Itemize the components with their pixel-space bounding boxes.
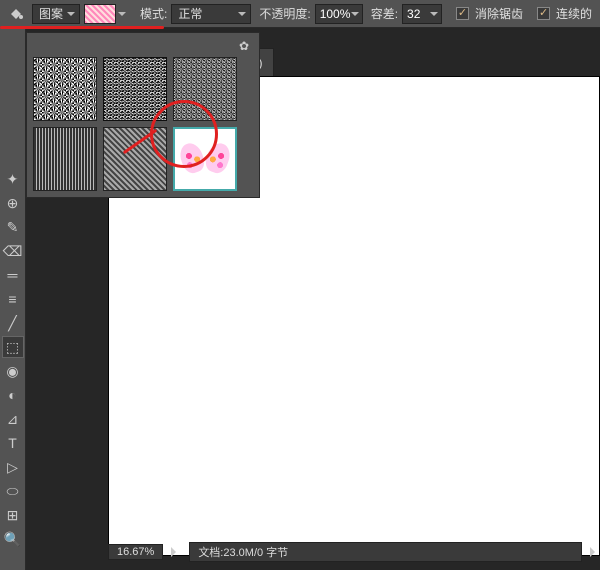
tool-bucket[interactable]: ⬚ — [2, 336, 24, 358]
tool-history[interactable]: ═ — [2, 264, 24, 286]
tolerance-input[interactable]: 32 — [402, 4, 442, 24]
tool-type[interactable]: T — [2, 432, 24, 454]
tolerance-label: 容差: — [371, 5, 398, 22]
options-bar: 图案 模式: 正常 不透明度: 100% 容差: 32 消除锯齿 连续的 — [0, 0, 600, 28]
tool-shape[interactable]: ⬭ — [2, 480, 24, 502]
tool-brush[interactable]: ✎ — [2, 216, 24, 238]
tool-stamp[interactable]: ⌫ — [2, 240, 24, 262]
tool-dodge[interactable]: ◐ — [2, 384, 24, 406]
zoom-level[interactable]: 16.67% — [108, 544, 163, 560]
fill-source-dropdown[interactable]: 图案 — [32, 4, 80, 24]
pattern-thumb[interactable] — [33, 57, 97, 121]
tool-eraser[interactable]: ≡ — [2, 288, 24, 310]
contiguous-label: 连续的 — [556, 5, 592, 22]
antialias-label: 消除锯齿 — [475, 5, 523, 22]
tool-blur[interactable]: ◉ — [2, 360, 24, 382]
tool-gradient[interactable]: ╱ — [2, 312, 24, 334]
pattern-swatch[interactable] — [84, 4, 116, 24]
status-arrow-icon[interactable] — [590, 547, 600, 557]
tool-path[interactable]: ▷ — [2, 456, 24, 478]
tools-panel: ✦ ⊕ ✎ ⌫ ═ ≡ ╱ ⬚ ◉ ◐ ⊿ T ▷ ⬭ ⊞ 🔍 — [0, 28, 26, 570]
paint-bucket-icon[interactable] — [4, 4, 28, 24]
tool-heal[interactable]: ⊕ — [2, 192, 24, 214]
status-bar: 16.67% 文档:23.0M/0 字节 — [108, 542, 600, 562]
tool-eyedropper[interactable]: ✦ — [2, 168, 24, 190]
antialias-checkbox[interactable] — [456, 7, 469, 20]
status-menu-icon[interactable] — [171, 547, 181, 557]
tool-pen[interactable]: ⊿ — [2, 408, 24, 430]
gear-icon[interactable]: ✿ — [239, 39, 249, 53]
blend-mode-dropdown[interactable]: 正常 — [171, 4, 251, 24]
pattern-thumb[interactable] — [33, 127, 97, 191]
tool-hand[interactable]: ⊞ — [2, 504, 24, 526]
opacity-label: 不透明度: — [259, 5, 310, 22]
contiguous-checkbox[interactable] — [537, 7, 550, 20]
tool-zoom[interactable]: 🔍 — [2, 528, 24, 550]
mode-label: 模式: — [140, 5, 167, 22]
opacity-input[interactable]: 100% — [315, 4, 363, 24]
pattern-picker: ✿ — [26, 32, 260, 198]
annotation-circle — [150, 100, 218, 168]
annotation-underline — [0, 26, 164, 29]
document-size[interactable]: 文档:23.0M/0 字节 — [189, 542, 582, 562]
